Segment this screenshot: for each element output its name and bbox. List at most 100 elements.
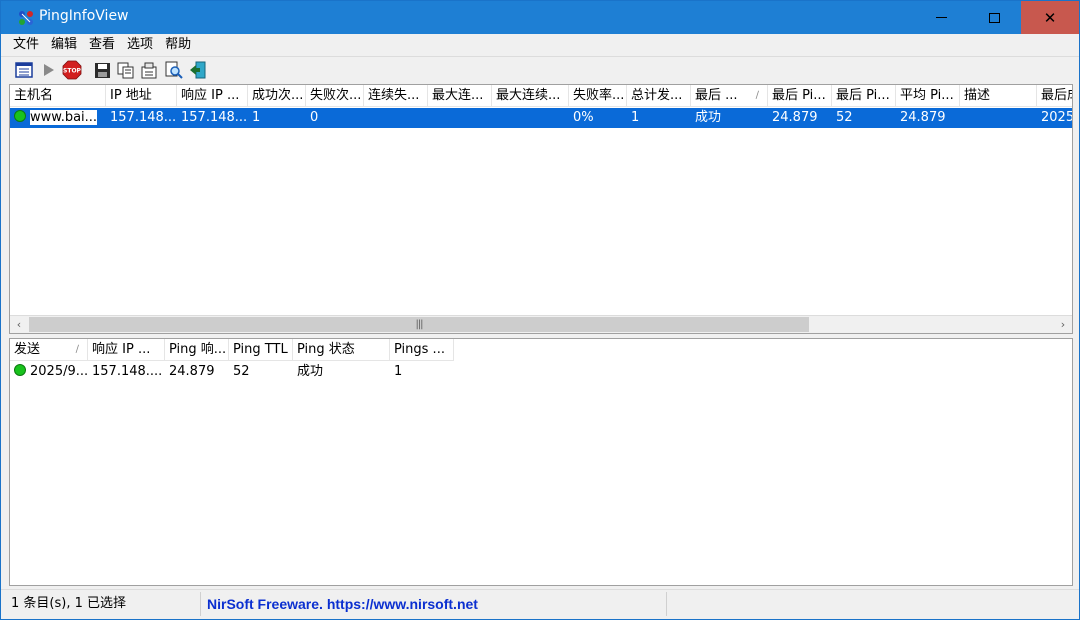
col-label: 发送 <box>14 342 41 357</box>
app-window: PingInfoView ✕ 文件 编辑 查看 选项 帮助 STOP 主机名 I… <box>0 0 1080 620</box>
col-label: Ping TTL <box>233 342 288 357</box>
table-row[interactable]: www.bai... 157.148.... 157.148.... 1 0 0… <box>10 108 1072 128</box>
col-label: 最后 Pi... <box>772 88 826 103</box>
stop-label: STOP <box>63 68 82 75</box>
cell-pings-count: 1 <box>394 364 403 379</box>
hosts-list[interactable]: 主机名 IP 地址 响应 IP ... 成功次... 失败次... 连续失...… <box>9 84 1073 334</box>
col-failed-count[interactable]: 失败次... <box>306 85 364 107</box>
maximize-icon <box>989 12 1000 23</box>
minimize-icon <box>936 16 947 19</box>
chevron-right-icon: › <box>1060 318 1066 331</box>
chevron-left-icon: ‹ <box>16 318 22 331</box>
options-icon <box>141 62 157 78</box>
col-last-status[interactable]: 最后 ... ∕ <box>691 85 768 107</box>
cell-max-consecutive <box>428 108 492 128</box>
save-icon <box>94 62 110 78</box>
col-label: IP 地址 <box>110 88 152 103</box>
col-label: 失败次... <box>310 88 362 103</box>
stop-ping-button[interactable]: STOP <box>61 59 83 81</box>
toolbar: STOP <box>1 56 1079 83</box>
play-icon <box>44 64 54 76</box>
nirsoft-link[interactable]: NirSoft Freeware. https://www.nirsoft.ne… <box>202 592 667 616</box>
options-button[interactable] <box>139 59 161 81</box>
properties-button[interactable] <box>13 59 35 81</box>
col-total-sent[interactable]: 总计发... <box>627 85 691 107</box>
table-row[interactable]: 2025/9... 157.148.... 24.879 52 成功 1 <box>10 362 454 382</box>
col-success-count[interactable]: 成功次... <box>248 85 306 107</box>
cell-reply-ip: 157.148.... <box>181 110 248 125</box>
col-last-success[interactable]: 最后成 <box>1037 85 1072 107</box>
col-description[interactable]: 描述 <box>960 85 1037 107</box>
col-max-consecutive-2[interactable]: 最大连续... <box>492 85 569 107</box>
col-label: 失败率... <box>573 88 625 103</box>
col-label: 连续失... <box>368 88 420 103</box>
menu-file[interactable]: 文件 <box>7 34 45 56</box>
cell-hostname: www.bai... <box>10 108 106 128</box>
ping-history-list[interactable]: 发送 ∕ 响应 IP ... Ping 响... Ping TTL Ping 状态… <box>9 338 1073 586</box>
col-label: 总计发... <box>631 88 683 103</box>
col-label: 最大连续... <box>496 88 561 103</box>
status-item-count: 1 条目(s), 1 已选择 <box>9 592 201 616</box>
cell-failed-percent: 0% <box>573 110 594 125</box>
cell-ping-ttl: 52 <box>233 364 250 379</box>
col-ping-ttl[interactable]: Ping TTL <box>229 339 293 361</box>
col-label: Ping 状态 <box>297 342 355 357</box>
exit-button[interactable] <box>187 59 209 81</box>
col-ping-time[interactable]: Ping 响... <box>165 339 229 361</box>
col-failed-percent[interactable]: 失败率... <box>569 85 627 107</box>
scroll-thumb[interactable]: ||| <box>29 317 809 332</box>
cell-max-consecutive-2 <box>492 108 569 128</box>
cell-success: 1 <box>252 110 261 125</box>
col-pings-count[interactable]: Pings ... <box>390 339 454 361</box>
col-ip-address[interactable]: IP 地址 <box>106 85 177 107</box>
cell-reply-ip: 157.148.... <box>92 364 163 379</box>
scroll-left-button[interactable]: ‹ <box>10 316 28 333</box>
close-button[interactable]: ✕ <box>1021 1 1079 34</box>
properties-icon <box>15 62 33 78</box>
find-button[interactable] <box>163 59 185 81</box>
col-reply-ip[interactable]: 响应 IP ... <box>88 339 165 361</box>
menu-view[interactable]: 查看 <box>83 34 121 56</box>
col-label: 主机名 <box>14 88 54 103</box>
col-label: 最后 ... <box>695 88 738 103</box>
history-header: 发送 ∕ 响应 IP ... Ping 响... Ping TTL Ping 状态… <box>10 339 454 361</box>
scroll-right-button[interactable]: › <box>1054 316 1072 333</box>
col-label: 最后成 <box>1041 88 1072 103</box>
title-bar[interactable]: PingInfoView ✕ <box>1 1 1079 34</box>
window-title: PingInfoView <box>39 8 129 24</box>
col-last-ping-ttl[interactable]: 最后 Pi... <box>832 85 896 107</box>
sort-indicator-icon: ∕ <box>755 90 759 101</box>
cell-last-ping-ttl: 52 <box>836 110 853 125</box>
col-ping-status[interactable]: Ping 状态 <box>293 339 390 361</box>
col-average-ping[interactable]: 平均 Pi... <box>896 85 960 107</box>
menu-edit[interactable]: 编辑 <box>45 34 83 56</box>
menu-help[interactable]: 帮助 <box>159 34 197 56</box>
copy-icon <box>117 62 134 78</box>
copy-button[interactable] <box>115 59 137 81</box>
col-label: 最大连... <box>432 88 484 103</box>
col-reply-ip[interactable]: 响应 IP ... <box>177 85 248 107</box>
col-hostname[interactable]: 主机名 <box>10 85 106 107</box>
cell-ping-time: 24.879 <box>169 364 215 379</box>
maximize-button[interactable] <box>968 1 1021 34</box>
menu-options[interactable]: 选项 <box>121 34 159 56</box>
col-label: 成功次... <box>252 88 304 103</box>
col-label: 描述 <box>964 88 991 103</box>
col-max-consecutive[interactable]: 最大连... <box>428 85 492 107</box>
horizontal-scrollbar[interactable]: ‹ ||| › <box>10 315 1072 333</box>
cell-description <box>960 108 1037 128</box>
status-bar: 1 条目(s), 1 已选择 NirSoft Freeware. https:/… <box>1 589 1079 619</box>
minimize-button[interactable] <box>915 1 968 34</box>
col-consecutive-failed[interactable]: 连续失... <box>364 85 428 107</box>
col-label: 平均 Pi... <box>900 88 954 103</box>
col-label: 响应 IP ... <box>181 88 240 103</box>
exit-icon <box>190 61 206 79</box>
cell-failed: 0 <box>310 110 319 125</box>
start-ping-button[interactable] <box>37 59 59 81</box>
app-icon <box>19 11 33 25</box>
col-last-ping-time[interactable]: 最后 Pi... <box>768 85 832 107</box>
status-ok-icon <box>14 364 26 376</box>
find-icon <box>165 61 183 79</box>
save-button[interactable] <box>91 59 113 81</box>
col-sent-time[interactable]: 发送 ∕ <box>10 339 88 361</box>
